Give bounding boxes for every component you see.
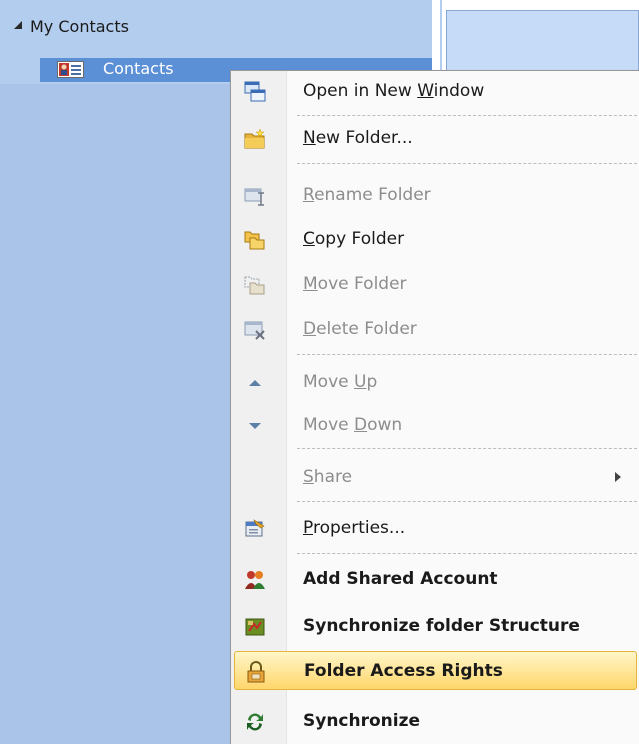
label-text: Synchronize bbox=[303, 711, 421, 731]
access-key: S bbox=[303, 467, 314, 487]
delete-folder-icon bbox=[244, 321, 265, 340]
label-text: hare bbox=[313, 467, 353, 487]
menu-item-rename-folder: Rename Folder bbox=[234, 176, 637, 216]
access-key: U bbox=[354, 372, 367, 392]
copy-folder-icon bbox=[244, 231, 265, 250]
access-key: N bbox=[303, 128, 316, 148]
synchronize-icon bbox=[247, 713, 263, 731]
menu-item-synchronize[interactable]: Synchronize bbox=[234, 702, 637, 742]
menu-separator bbox=[297, 501, 637, 502]
label-text: Move bbox=[303, 415, 354, 435]
new-folder-icon bbox=[244, 128, 265, 149]
move-up-icon bbox=[249, 380, 261, 386]
access-key: W bbox=[417, 81, 434, 101]
label-text: Synchronize folder Structure bbox=[303, 616, 580, 636]
label-text: Open in New bbox=[303, 81, 418, 101]
label-text: indow bbox=[433, 81, 485, 101]
label-text: ew Folder... bbox=[315, 128, 413, 148]
menu-item-move-down: Move Down bbox=[234, 406, 637, 446]
contacts-icon bbox=[57, 61, 84, 78]
menu-item-share: Share bbox=[234, 458, 637, 498]
label-text: Add Shared Account bbox=[303, 569, 498, 589]
menu-separator bbox=[297, 115, 637, 116]
menu-item-delete-folder: Delete Folder bbox=[234, 310, 637, 350]
label-text: opy Folder bbox=[314, 229, 405, 249]
menu-separator bbox=[297, 448, 637, 449]
menu-item-new-folder[interactable]: New Folder... bbox=[234, 119, 637, 159]
label-text: p bbox=[366, 372, 378, 392]
access-key: D bbox=[303, 319, 317, 339]
label-text: ename Folder bbox=[314, 185, 431, 205]
menu-item-properties[interactable]: Properties... bbox=[234, 509, 637, 549]
submenu-arrow-icon bbox=[615, 472, 621, 482]
menu-item-move-up: Move Up bbox=[234, 363, 637, 403]
access-key: C bbox=[303, 229, 315, 249]
label-text: elete Folder bbox=[316, 319, 417, 339]
access-key: D bbox=[354, 415, 368, 435]
properties-icon bbox=[245, 519, 265, 537]
synchronize-folder-structure-icon bbox=[245, 618, 265, 636]
expand-arrow-icon[interactable] bbox=[14, 21, 22, 29]
move-folder-icon bbox=[244, 276, 265, 295]
access-key: M bbox=[303, 274, 318, 294]
folder-access-rights-icon bbox=[247, 661, 265, 683]
label-text: roperties... bbox=[312, 518, 406, 538]
menu-separator bbox=[297, 354, 637, 355]
nav-header: My Contacts ‹ bbox=[0, 0, 438, 52]
label-text: Folder Access Rights bbox=[304, 661, 503, 681]
context-menu: Open in New Window New Folder... Rename … bbox=[230, 70, 639, 744]
my-contacts-label: My Contacts bbox=[30, 17, 129, 36]
menu-item-add-shared-account[interactable]: Add Shared Account bbox=[234, 560, 637, 600]
label-text: own bbox=[367, 415, 403, 435]
menu-item-synchronize-folder-structure[interactable]: Synchronize folder Structure bbox=[234, 607, 637, 647]
add-shared-account-icon bbox=[245, 571, 265, 589]
access-key: P bbox=[303, 518, 313, 538]
label-text: Move bbox=[303, 372, 354, 392]
access-key: R bbox=[303, 185, 315, 205]
label-text: ove Folder bbox=[317, 274, 407, 294]
rename-folder-icon bbox=[244, 188, 264, 206]
menu-item-copy-folder[interactable]: Copy Folder bbox=[234, 220, 637, 260]
new-window-icon bbox=[244, 81, 266, 102]
menu-item-folder-access-rights[interactable]: Folder Access Rights bbox=[234, 651, 637, 690]
move-down-icon bbox=[249, 423, 261, 429]
menu-separator bbox=[297, 163, 637, 164]
menu-item-open-in-new-window[interactable]: Open in New Window bbox=[234, 72, 637, 112]
menu-item-move-folder: Move Folder bbox=[234, 265, 637, 305]
contacts-label: Contacts bbox=[103, 59, 174, 78]
menu-separator bbox=[297, 553, 637, 554]
